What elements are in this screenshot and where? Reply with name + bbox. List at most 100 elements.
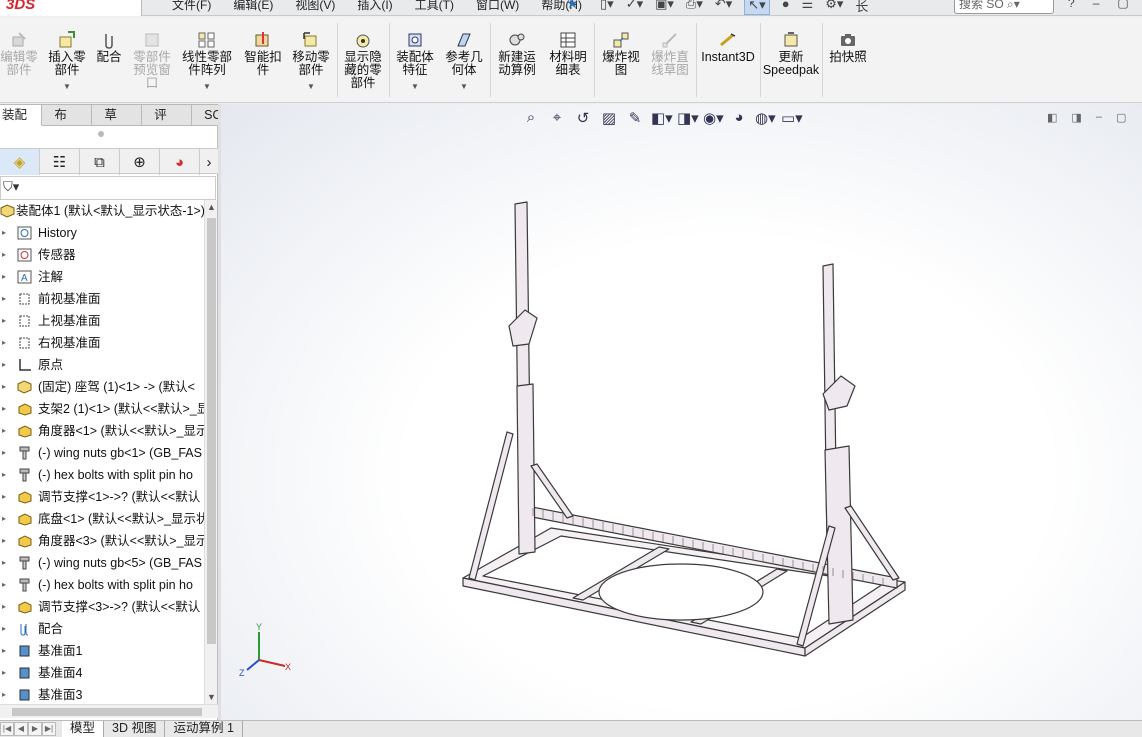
prev-tab-icon[interactable]: ◀ [14, 722, 28, 736]
menu-view[interactable]: 视图(V) [295, 0, 335, 13]
assembly-features-button[interactable]: 装配体 特征 ▼ [394, 31, 436, 93]
reference-geometry-button[interactable]: 参考几 何体 ▼ [442, 31, 486, 93]
chevron-down-icon[interactable]: ▼ [290, 80, 332, 93]
scroll-thumb[interactable] [207, 218, 216, 644]
tree-item[interactable]: ▸ 前视基准面 [0, 288, 204, 310]
expand-arrow-icon[interactable]: ▸ [2, 684, 6, 704]
tree-item[interactable]: ▸ (-) wing nuts gb<1> (GB_FAS [0, 442, 204, 464]
show-hidden-components-button[interactable]: 显示隐 藏的零 部件 [342, 31, 384, 90]
menu-edit[interactable]: 编辑(E) [233, 0, 273, 13]
expand-arrow-icon[interactable]: ▸ [2, 486, 6, 508]
expand-arrow-icon[interactable]: ▸ [2, 552, 6, 574]
minimize-icon[interactable]: – [1093, 0, 1100, 10]
smart-fasteners-button[interactable]: 智能扣 件 [242, 31, 284, 77]
expand-arrow-icon[interactable]: ▸ [2, 288, 6, 310]
property-manager-tab[interactable]: ☷ [40, 149, 80, 175]
expand-arrow-icon[interactable]: ▸ [2, 354, 6, 376]
new-document-icon[interactable]: ▯▾ [600, 0, 614, 15]
expand-arrow-icon[interactable]: ▸ [2, 640, 6, 662]
tree-item[interactable]: ▸ (-) wing nuts gb<5> (GB_FAS [0, 552, 204, 574]
expand-arrow-icon[interactable]: ▸ [2, 266, 6, 288]
first-tab-icon[interactable]: |◀ [0, 722, 14, 736]
tree-item[interactable]: ▸ 上视基准面 [0, 310, 204, 332]
linear-pattern-button[interactable]: 线性零部 件阵列 ▼ [180, 31, 234, 93]
take-snapshot-button[interactable]: 拍快照 [826, 31, 870, 64]
undo-icon[interactable]: ↶▾ [715, 0, 732, 15]
chevron-down-icon[interactable]: ▼ [394, 80, 436, 93]
scroll-down-icon[interactable]: ▼ [207, 692, 216, 702]
tree-item[interactable]: ▸ (-) hex bolts with split pin ho [0, 464, 204, 486]
help-icon[interactable]: ? [1068, 0, 1075, 10]
quick-access-extra[interactable]: 长 [855, 0, 868, 15]
tree-item[interactable]: ▸ 支架2 (1)<1> (默认<<默认>_显 [0, 398, 204, 420]
tree-item[interactable]: ▸ 角度器<3> (默认<<默认>_显示 [0, 530, 204, 552]
menu-window[interactable]: 窗口(W) [476, 0, 519, 13]
tree-root-assembly[interactable]: 装配体1 (默认<默认_显示状态-1>) [0, 200, 204, 222]
move-component-button[interactable]: 移动零 部件 ▼ [290, 31, 332, 93]
print-icon[interactable]: ⎙▾ [686, 0, 703, 15]
chevron-down-icon[interactable]: ▼ [46, 80, 88, 93]
manager-tabs-more[interactable]: › [200, 149, 218, 175]
tree-item[interactable]: ▸ 调节支撑<3>->? (默认<<默认 [0, 596, 204, 618]
options-gear-icon[interactable]: ⚙▾ [825, 0, 843, 15]
expand-arrow-icon[interactable]: ▸ [2, 530, 6, 552]
expand-arrow-icon[interactable]: ▸ [2, 508, 6, 530]
pin-icon[interactable]: ★ [566, 0, 579, 12]
tree-vertical-scrollbar[interactable]: ▲ ▼ [204, 200, 217, 704]
tree-item[interactable]: ▸ 调节支撑<1>->? (默认<<默认 [0, 486, 204, 508]
expand-arrow-icon[interactable]: ▸ [2, 376, 6, 398]
expand-arrow-icon[interactable]: ▸ [2, 662, 6, 684]
expand-arrow-icon[interactable]: ▸ [2, 310, 6, 332]
bill-of-materials-button[interactable]: 材料明 细表 [546, 31, 590, 77]
chevron-down-icon[interactable]: ▼ [180, 80, 234, 93]
configuration-manager-tab[interactable]: ⧉ [80, 149, 120, 175]
chevron-down-icon[interactable]: ▼ [442, 80, 486, 93]
scroll-up-icon[interactable]: ▲ [207, 202, 216, 212]
tab-motion-study-1[interactable]: 运动算例 1 [165, 721, 243, 737]
expand-arrow-icon[interactable]: ▸ [2, 398, 6, 420]
tree-item[interactable]: ▸ 传感器 [0, 244, 204, 266]
graphics-area[interactable]: ⌕ ⌖ ↺ ▨ ✎ ◧▾ ◨▾ ◉▾ ◕ ◍▾ ▭▾ ◧ ◨ – ▢ Y X Z [221, 104, 1142, 720]
dimxpert-manager-tab[interactable]: ⊕ [120, 149, 160, 175]
expand-arrow-icon[interactable]: ▸ [2, 244, 6, 266]
tree-horizontal-scrollbar[interactable] [0, 704, 218, 718]
expand-arrow-icon[interactable]: ▸ [2, 464, 6, 486]
file-properties-icon[interactable]: ☰ [802, 0, 814, 15]
traffic-light-icon[interactable]: ● [782, 0, 790, 15]
update-speedpak-button[interactable]: 更新 Speedpak [762, 31, 820, 77]
restore-icon[interactable]: ▢ [1117, 0, 1128, 10]
expand-arrow-icon[interactable]: ▸ [2, 618, 6, 640]
expand-arrow-icon[interactable]: ▸ [2, 596, 6, 618]
next-tab-icon[interactable]: ▶ [28, 722, 42, 736]
menu-file[interactable]: 文件(F) [172, 0, 211, 13]
component-preview-button[interactable]: 零部件 预览窗 口 [130, 31, 174, 90]
tree-item[interactable]: ▸ 基准面1 [0, 640, 204, 662]
menu-insert[interactable]: 插入(I) [357, 0, 392, 13]
expand-arrow-icon[interactable]: ▸ [2, 442, 6, 464]
tab-sketch[interactable]: 草图 [92, 104, 143, 143]
tree-item[interactable]: ▸ 原点 [0, 354, 204, 376]
scroll-thumb[interactable] [12, 708, 202, 716]
menu-tools[interactable]: 工具(T) [415, 0, 454, 13]
select-pointer-icon[interactable]: ↖▾ [744, 0, 770, 15]
exploded-view-button[interactable]: 爆炸视 图 [599, 31, 643, 77]
tree-item[interactable]: ▸ A 注解 [0, 266, 204, 288]
rebuild-icon[interactable]: ✓▾ [626, 0, 643, 15]
tree-item[interactable]: ▸ (固定) 座驾 (1)<1> -> (默认< [0, 376, 204, 398]
panel-grip[interactable] [98, 131, 104, 137]
explode-line-sketch-button[interactable]: 爆炸直 线草图 [648, 31, 692, 77]
tree-item[interactable]: ▸ (-) hex bolts with split pin ho [0, 574, 204, 596]
tab-3d-views[interactable]: 3D 视图 [104, 721, 166, 737]
insert-components-button[interactable]: 插入零 部件 ▼ [46, 31, 88, 93]
tree-item[interactable]: ▸ 基准面4 [0, 662, 204, 684]
solidworks-logo[interactable]: 3DS SOLIDWORKS [0, 0, 142, 35]
expand-arrow-icon[interactable]: ▸ [2, 574, 6, 596]
tab-model[interactable]: 模型 [62, 721, 105, 737]
new-motion-study-button[interactable]: 新建运 动算例 [495, 31, 539, 77]
edit-component-button[interactable]: 编辑零 部件 [0, 31, 38, 77]
tree-filter[interactable]: ⛉▾ [0, 176, 216, 200]
mate-button[interactable]: 配合 [94, 31, 124, 64]
tree-item[interactable]: ▸ 角度器<1> (默认<<默认>_显示 [0, 420, 204, 442]
feature-manager-tab[interactable]: ◈ [0, 149, 40, 175]
tree-item[interactable]: ▸ 右视基准面 [0, 332, 204, 354]
